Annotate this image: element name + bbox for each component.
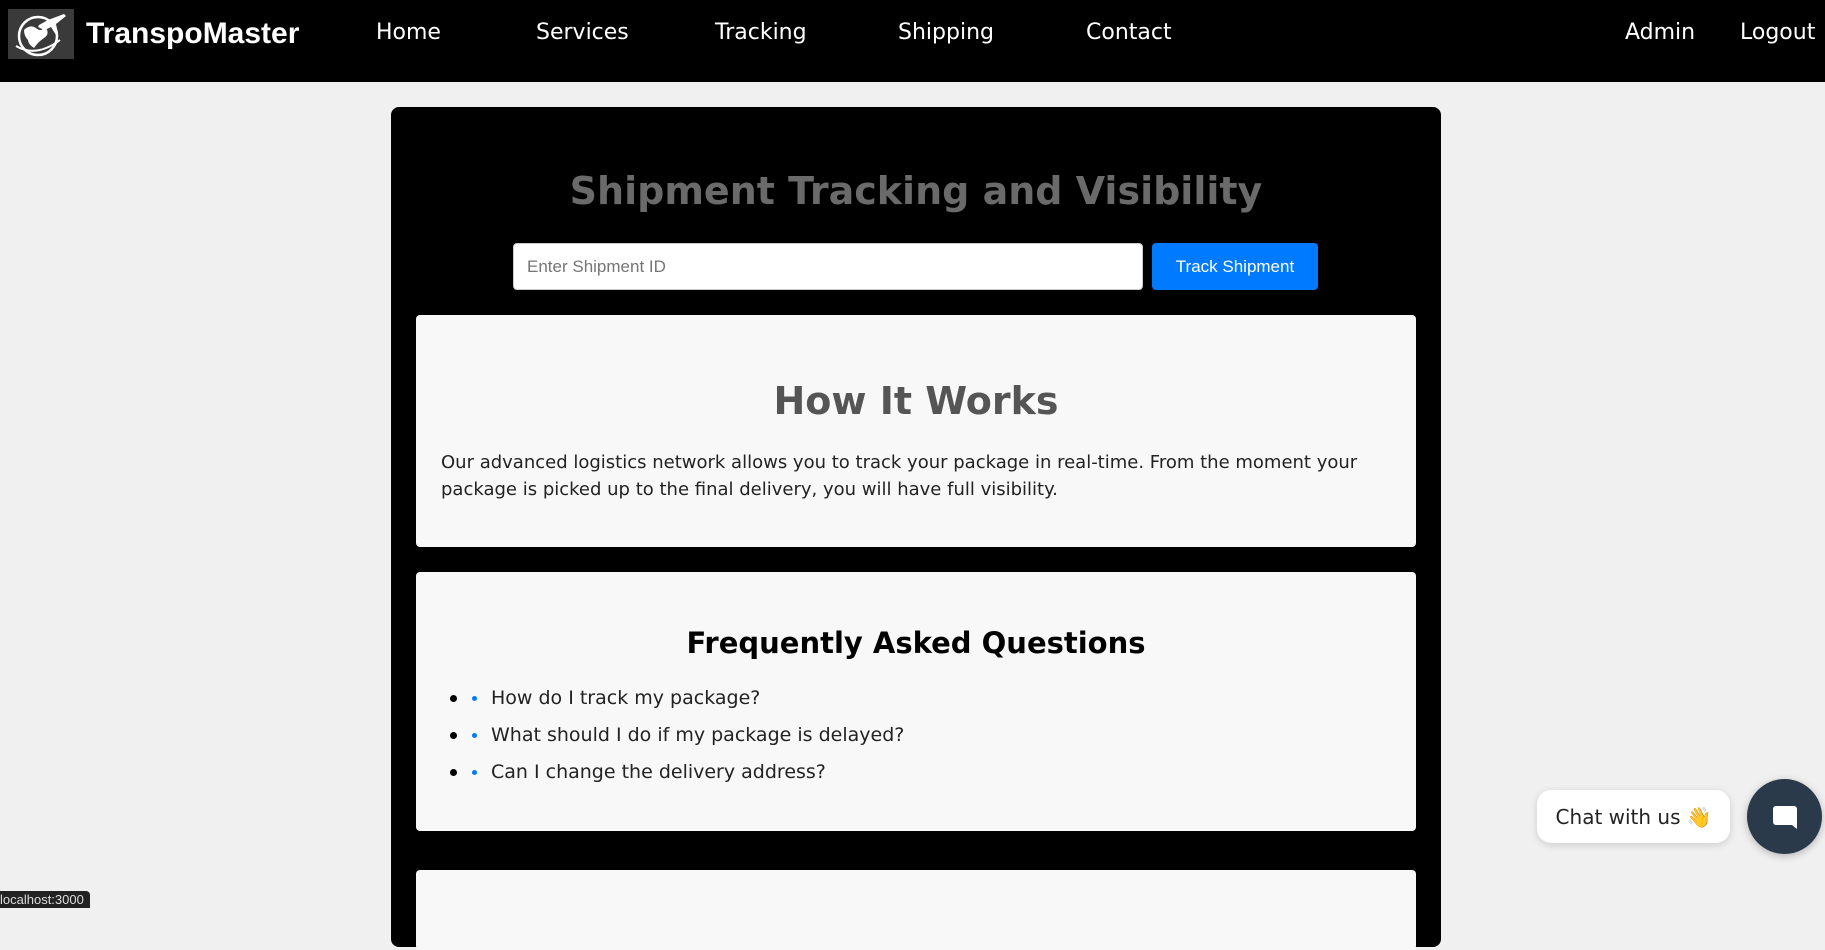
how-it-works-title: How It Works <box>773 379 1059 423</box>
track-shipment-button[interactable]: Track Shipment <box>1152 243 1318 290</box>
faq-card: Frequently Asked Questions How do I trac… <box>416 572 1416 831</box>
chat-prompt-bubble[interactable]: Chat with us 👋 <box>1537 790 1730 843</box>
faq-question: How do I track my package? <box>491 687 761 709</box>
faq-item[interactable]: How do I track my package? <box>441 680 904 717</box>
brand[interactable]: TranspoMaster <box>8 9 299 59</box>
nav-shipping[interactable]: Shipping <box>898 20 994 45</box>
faq-question: Can I change the delivery address? <box>491 761 826 783</box>
how-it-works-card: How It Works Our advanced logistics netw… <box>416 315 1416 547</box>
bullet-icon <box>450 695 457 702</box>
next-card <box>416 870 1416 950</box>
chat-bubble-icon <box>1772 805 1797 829</box>
top-navbar: TranspoMaster Home Services Tracking Shi… <box>0 0 1825 82</box>
nav-home[interactable]: Home <box>376 20 441 45</box>
shipment-id-input[interactable] <box>513 243 1143 290</box>
tracking-panel: Shipment Tracking and Visibility Track S… <box>391 107 1441 950</box>
globe-airplane-icon <box>8 9 74 59</box>
faq-item[interactable]: Can I change the delivery address? <box>441 754 904 791</box>
blue-dot-icon <box>472 733 477 738</box>
nav-admin[interactable]: Admin <box>1625 20 1695 45</box>
nav-contact[interactable]: Contact <box>1086 20 1172 45</box>
how-it-works-text: Our advanced logistics network allows yo… <box>441 452 1358 500</box>
nav-logout[interactable]: Logout <box>1740 20 1815 45</box>
brand-name: TranspoMaster <box>86 17 300 50</box>
faq-question: What should I do if my package is delaye… <box>491 724 905 746</box>
chat-launcher-button[interactable] <box>1747 779 1822 854</box>
bullet-icon <box>450 769 457 776</box>
blue-dot-icon <box>472 696 477 701</box>
status-bar-url: localhost:3000 <box>0 891 90 908</box>
faq-item[interactable]: What should I do if my package is delaye… <box>441 717 904 754</box>
faq-title: Frequently Asked Questions <box>686 626 1146 660</box>
blue-dot-icon <box>472 770 477 775</box>
chat-label: Chat with us <box>1555 804 1681 829</box>
faq-list: How do I track my package? What should I… <box>441 680 904 791</box>
bullet-icon <box>450 732 457 739</box>
page-title: Shipment Tracking and Visibility <box>569 169 1263 213</box>
waving-hand-icon: 👋 <box>1686 804 1712 829</box>
nav-tracking[interactable]: Tracking <box>715 20 807 45</box>
nav-services[interactable]: Services <box>536 20 629 45</box>
